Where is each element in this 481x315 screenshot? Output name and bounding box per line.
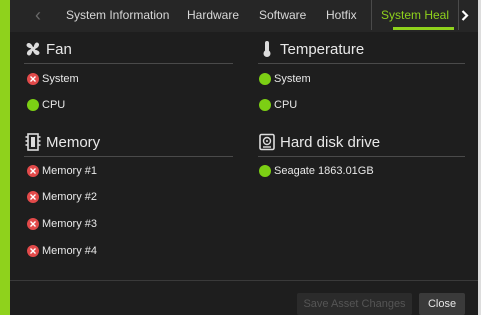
ok-status-icon — [27, 99, 39, 111]
temperature-divider — [258, 63, 465, 64]
ok-status-icon — [259, 99, 271, 111]
disk-status: Seagate 1863.01GB — [259, 165, 374, 177]
error-status-icon — [27, 165, 39, 177]
active-tab-indicator — [393, 27, 454, 30]
memory-icon — [24, 133, 42, 151]
tab-bar: ‹ System Information Hardware Software H… — [10, 0, 478, 32]
fan-system-label: System — [42, 73, 79, 85]
tab-hardware[interactable]: Hardware — [187, 0, 239, 30]
tab-software[interactable]: Software — [259, 0, 306, 30]
tab-scroll-left-button[interactable]: ‹ — [24, 0, 52, 30]
memory-4-label: Memory #4 — [42, 245, 98, 257]
temperature-cpu-status: CPU — [259, 99, 297, 111]
fan-icon — [24, 40, 42, 58]
temperature-system-status: System — [259, 73, 311, 85]
tab-system-information[interactable]: System Information — [66, 0, 169, 30]
memory-1-status: Memory #1 — [27, 165, 97, 177]
fan-cpu-status: CPU — [27, 99, 65, 111]
memory-divider — [24, 156, 233, 157]
temperature-system-label: System — [274, 73, 311, 85]
fan-section-heading: Fan — [24, 40, 72, 58]
fan-cpu-label: CPU — [42, 99, 66, 111]
memory-3-status: Memory #3 — [27, 218, 97, 230]
temperature-section-title: Temperature — [280, 40, 365, 58]
tab-hotfix[interactable]: Hotfix — [326, 0, 357, 30]
tab-system-health[interactable]: System Heal — [371, 0, 459, 30]
chevron-right-icon — [461, 9, 469, 21]
fan-divider — [24, 63, 233, 64]
fan-section-title: Fan — [46, 40, 72, 58]
memory-2-status: Memory #2 — [27, 191, 97, 203]
error-status-icon — [27, 73, 39, 85]
memory-3-label: Memory #3 — [42, 218, 98, 230]
hard-disk-icon — [258, 133, 276, 151]
thermometer-icon — [258, 40, 276, 58]
fan-system-status: System — [27, 73, 79, 85]
disk-divider — [258, 156, 465, 157]
error-status-icon — [27, 245, 39, 257]
tab-scroll-right-button[interactable] — [451, 0, 479, 30]
error-status-icon — [27, 191, 39, 203]
ok-status-icon — [259, 73, 271, 85]
memory-section-heading: Memory — [24, 133, 100, 151]
disk-label: Seagate 1863.01GB — [274, 165, 374, 177]
memory-1-label: Memory #1 — [42, 165, 98, 177]
ok-status-icon — [259, 165, 271, 177]
memory-4-status: Memory #4 — [27, 245, 97, 257]
temperature-section-heading: Temperature — [258, 40, 364, 58]
save-asset-changes-button[interactable]: Save Asset Changes — [297, 293, 412, 315]
close-button[interactable]: Close — [419, 293, 465, 315]
memory-section-title: Memory — [46, 133, 101, 151]
accent-bar — [0, 0, 10, 315]
footer-divider — [10, 280, 478, 281]
disk-section-heading: Hard disk drive — [258, 133, 380, 151]
error-status-icon — [27, 218, 39, 230]
temperature-cpu-label: CPU — [274, 99, 298, 111]
disk-section-title: Hard disk drive — [280, 133, 381, 151]
chevron-left-icon: ‹ — [35, 4, 41, 25]
memory-2-label: Memory #2 — [42, 191, 98, 203]
